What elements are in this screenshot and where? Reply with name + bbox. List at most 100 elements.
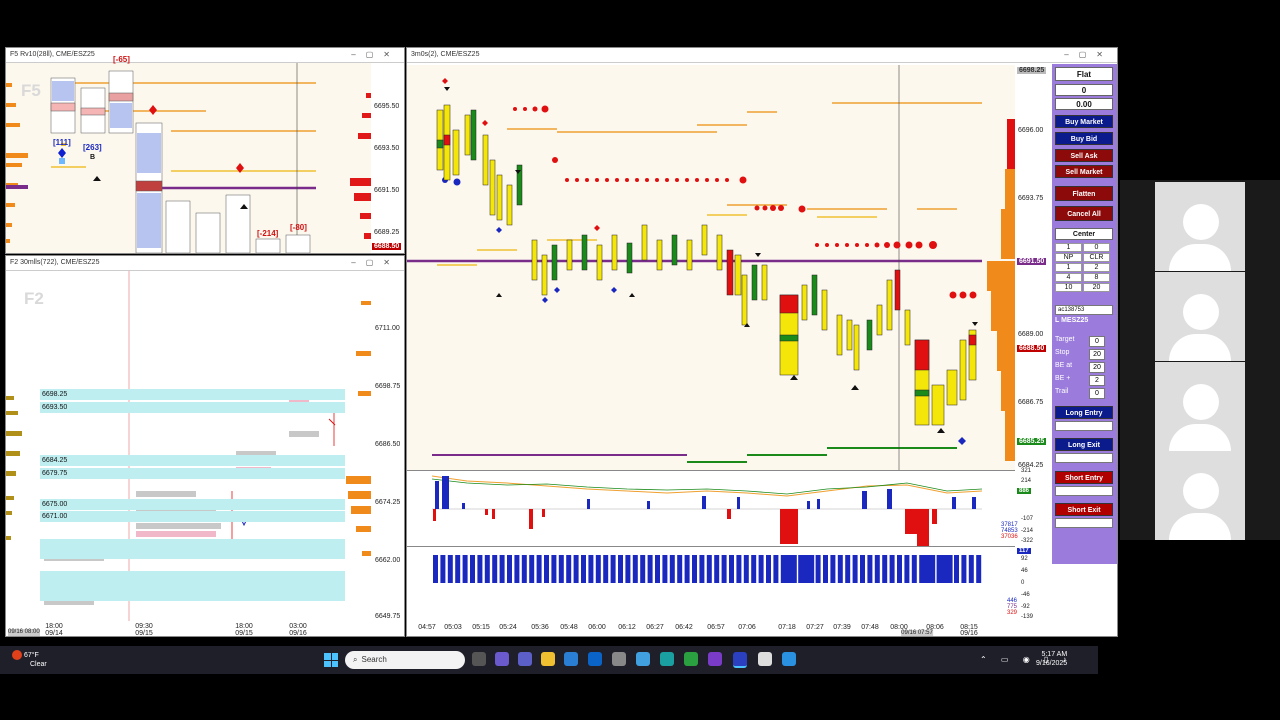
oscillator-panel[interactable] (407, 470, 1015, 547)
sell-market-button[interactable]: Sell Market (1055, 165, 1113, 178)
f2-plot-area[interactable]: F2 6698.25 6693.50 6684.25 6679.75 6675.… (6, 271, 373, 621)
buy-bid-button[interactable]: Buy Bid (1055, 132, 1113, 145)
stop-field[interactable]: Stop 20 (1055, 349, 1113, 360)
position-pnl: 0.00 (1055, 98, 1113, 110)
task-view-icon[interactable] (472, 652, 486, 666)
trail-input[interactable]: 0 (1089, 388, 1105, 399)
short-exit-select[interactable] (1055, 518, 1113, 528)
f5-chart-window[interactable]: F5 Rv10(28ll), CME/ESZ25 –▢✕ F5 [-65] [1… (5, 47, 405, 254)
short-exit-button[interactable]: Short Exit (1055, 503, 1113, 516)
main-titlebar[interactable]: 3m0s(2), CME/ESZ25 –▢✕ (407, 48, 1117, 63)
widgets-icon[interactable] (495, 652, 509, 666)
oscillator-axis[interactable]: 321 214 886 -107 37817 -214 74853 37036 … (1001, 468, 1051, 546)
long-exit-select[interactable] (1055, 453, 1113, 463)
long-exit-button[interactable]: Long Exit (1055, 438, 1113, 451)
qty-preset[interactable]: 4 (1055, 273, 1082, 282)
f2-price-axis[interactable]: 6711.00 6698.75 6686.50 6674.25 6662.00 … (373, 271, 404, 621)
edge-icon[interactable] (660, 652, 674, 666)
volume-bar (433, 555, 438, 583)
qty-preset[interactable]: 1 (1055, 263, 1082, 272)
main-price-axis[interactable]: 6698.25 6696.00 6693.75 6691.50 6689.00 … (1015, 65, 1051, 470)
main-time-label: 06:42 (675, 624, 693, 631)
window-controls[interactable]: –▢✕ (1064, 48, 1113, 62)
f2-chart-window[interactable]: F2 30mlls(722), CME/ESZ25 –▢✕ F2 6698.25… (5, 255, 405, 637)
volume-panel[interactable] (407, 546, 1015, 623)
clr-button[interactable]: CLR (1083, 253, 1110, 262)
cancel-all-button[interactable]: Cancel All (1055, 206, 1113, 221)
outlook-icon[interactable] (588, 652, 602, 666)
stop-input[interactable]: 20 (1089, 349, 1105, 360)
volume-bar (521, 555, 527, 583)
f5-watermark: F5 (21, 81, 41, 100)
main-time-label: 05:15 (472, 624, 490, 631)
participant-avatar[interactable] (1155, 362, 1245, 451)
weather-widget[interactable]: 67°F Clear (12, 650, 47, 669)
target-field[interactable]: Target 0 (1055, 336, 1113, 347)
main-chart-window[interactable]: 3m0s(2), CME/ESZ25 –▢✕ 6698.25 6696.00 6… (406, 47, 1118, 637)
main-price-plot[interactable] (407, 65, 1015, 470)
window-controls[interactable]: –▢✕ (351, 48, 400, 62)
visual-studio-icon[interactable] (708, 652, 722, 666)
store-icon[interactable] (564, 652, 578, 666)
volume-bar (440, 555, 446, 583)
target-input[interactable]: 0 (1089, 336, 1105, 347)
f2-level-band: 6698.25 (40, 389, 345, 400)
short-entry-select[interactable] (1055, 486, 1113, 496)
f2-level-label: 6675.00 (42, 501, 68, 508)
flatten-button[interactable]: Flatten (1055, 186, 1113, 201)
remote-app-icon[interactable] (782, 652, 796, 666)
start-icon[interactable] (324, 653, 338, 667)
taskbar-search[interactable]: ⌕ Search (345, 651, 465, 669)
qty-cell[interactable]: 0 (1083, 243, 1110, 252)
chrome-icon[interactable] (684, 652, 698, 666)
app-window-icon[interactable] (758, 652, 772, 666)
order-entry-panel: Flat 0 0.00 Buy Market Buy Bid Sell Ask … (1052, 64, 1117, 564)
np-button[interactable]: NP (1055, 253, 1082, 262)
volume-bar (529, 555, 535, 583)
f2-title: F2 30mlls(722), CME/ESZ25 (10, 259, 100, 266)
trading-app-icon[interactable] (733, 652, 747, 668)
long-entry-button[interactable]: Long Entry (1055, 406, 1113, 419)
center-button[interactable]: Center (1055, 228, 1113, 240)
volume-bar (830, 555, 836, 583)
qty-preset[interactable]: 10 (1055, 283, 1082, 292)
long-entry-select[interactable] (1055, 421, 1113, 431)
f2-time-axis[interactable]: 09/16 08:00 18:00 09/14 09:30 09/15 18:0… (6, 621, 373, 636)
file-explorer-icon[interactable] (541, 652, 555, 666)
main-price-label: 6686.75 (1018, 399, 1044, 406)
vol-axis-label: -46 (1021, 592, 1030, 598)
sell-ask-button[interactable]: Sell Ask (1055, 149, 1113, 162)
be-plus-input[interactable]: 2 (1089, 375, 1105, 386)
qty-preset[interactable]: 8 (1083, 273, 1110, 282)
volume-axis[interactable]: 117 92 46 0 -46 446 -92 775 329 -139 (1007, 546, 1051, 622)
be-at-field[interactable]: BE at 20 (1055, 362, 1113, 373)
vol-value: 329 (1007, 610, 1018, 616)
f5-titlebar[interactable]: F5 Rv10(28ll), CME/ESZ25 –▢✕ (6, 48, 404, 63)
participant-avatar[interactable] (1155, 272, 1245, 361)
participant-avatar[interactable] (1155, 182, 1245, 271)
volume-bar (640, 555, 646, 583)
f5-plot-area[interactable]: F5 [-65] [111] [263] B [-214] [-80] (6, 55, 371, 253)
qty-preset[interactable]: 2 (1083, 263, 1110, 272)
qty-preset[interactable]: 20 (1083, 283, 1110, 292)
main-time-axis[interactable]: 04:57 05:03 05:15 05:24 05:36 05:48 06:00 06:12… (407, 622, 1015, 636)
f5-title: F5 Rv10(28ll), CME/ESZ25 (10, 51, 95, 58)
trail-field[interactable]: Trail 0 (1055, 388, 1113, 399)
be-plus-field[interactable]: BE + 2 (1055, 375, 1113, 386)
weather-icon (12, 650, 22, 660)
settings-icon[interactable] (612, 652, 626, 666)
qty-cell[interactable]: 1 (1055, 243, 1082, 252)
f2-tpo-chart (6, 271, 371, 621)
buy-market-button[interactable]: Buy Market (1055, 115, 1113, 128)
f2-titlebar[interactable]: F2 30mlls(722), CME/ESZ25 –▢✕ (6, 256, 404, 271)
clock[interactable]: 5:17 AM 9/16/2025 (1036, 650, 1067, 668)
volume-bar (492, 555, 498, 583)
be-at-input[interactable]: 20 (1089, 362, 1105, 373)
window-controls[interactable]: –▢✕ (351, 256, 400, 270)
copilot-icon[interactable] (636, 652, 650, 666)
short-entry-button[interactable]: Short Entry (1055, 471, 1113, 484)
f5-price-axis[interactable]: 6695.50 6693.50 6691.50 6689.25 6688.50 (372, 63, 404, 253)
participant-avatar[interactable] (1155, 451, 1245, 540)
account-select[interactable]: ac138753 (1055, 305, 1113, 315)
teams-icon[interactable] (518, 652, 532, 666)
